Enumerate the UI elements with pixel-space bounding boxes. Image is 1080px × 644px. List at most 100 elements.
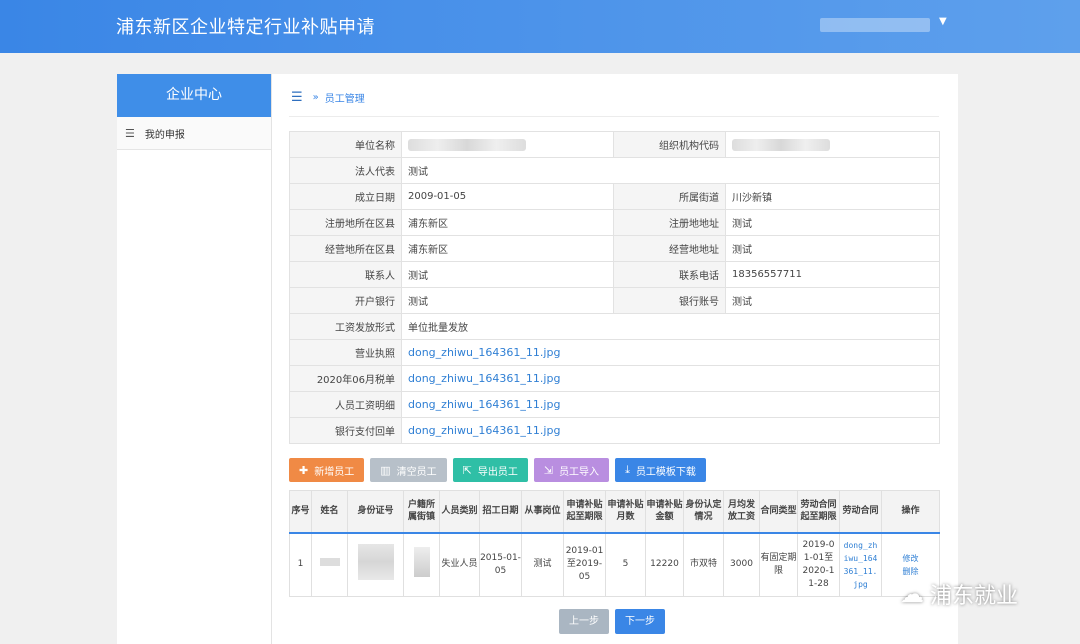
export-employees-button[interactable]: ⇱ 导出员工 bbox=[452, 458, 528, 482]
button-label: 员工模板下载 bbox=[635, 466, 696, 478]
user-dropdown-icon[interactable]: ▼ bbox=[939, 16, 947, 27]
col-header: 序号 bbox=[289, 490, 312, 534]
file-cell: dong_zhiwu_164361_11.jpg bbox=[401, 417, 940, 444]
org-code-value bbox=[725, 131, 940, 158]
business-license-link[interactable]: dong_zhiwu_164361_11.jpg bbox=[408, 346, 560, 359]
wage-detail-link[interactable]: dong_zhiwu_164361_11.jpg bbox=[408, 398, 560, 411]
sidebar-item-label: 我的申报 bbox=[144, 129, 185, 141]
info-value: 测试 bbox=[725, 235, 940, 262]
info-label: 联系人 bbox=[289, 261, 402, 288]
col-header: 月均发放工资 bbox=[723, 490, 760, 534]
step-pager: 上一步 下一步 bbox=[559, 609, 665, 634]
info-label: 2020年06月税单 bbox=[289, 365, 402, 392]
blurred-name bbox=[319, 558, 340, 567]
breadcrumb: ☰ » 员工管理 bbox=[291, 90, 365, 105]
edit-link[interactable]: 修改 bbox=[882, 552, 939, 565]
company-name-value bbox=[401, 131, 614, 158]
info-label: 所属街道 bbox=[613, 183, 726, 210]
sidebar: 企业中心 ☰ 我的申报 bbox=[117, 74, 272, 644]
info-row: 银行支付回单 dong_zhiwu_164361_11.jpg bbox=[289, 417, 940, 444]
cell-subsidy-period: 2019-01至2019-05 bbox=[563, 532, 606, 597]
info-row: 注册地所在区县 浦东新区 注册地地址 测试 bbox=[289, 209, 940, 236]
info-label: 银行支付回单 bbox=[289, 417, 402, 444]
info-row: 2020年06月税单 dong_zhiwu_164361_11.jpg bbox=[289, 365, 940, 392]
info-label: 经营地所在区县 bbox=[289, 235, 402, 262]
top-header: 浦东新区企业特定行业补贴申请 ▼ bbox=[0, 0, 1080, 53]
info-label: 人员工资明细 bbox=[289, 391, 402, 418]
info-row: 单位名称 组织机构代码 bbox=[289, 131, 940, 158]
cell-post: 测试 bbox=[521, 532, 564, 597]
button-label: 导出员工 bbox=[477, 466, 518, 478]
download-icon: ⤓ bbox=[625, 463, 630, 476]
info-label: 注册地地址 bbox=[613, 209, 726, 236]
info-value: 测试 bbox=[401, 261, 614, 288]
delete-link[interactable]: 删除 bbox=[882, 565, 939, 578]
info-value: 测试 bbox=[725, 209, 940, 236]
info-row: 开户银行 测试 银行账号 测试 bbox=[289, 287, 940, 314]
file-cell: dong_zhiwu_164361_11.jpg bbox=[401, 339, 940, 366]
bank-receipt-link[interactable]: dong_zhiwu_164361_11.jpg bbox=[408, 424, 560, 437]
cell-contract-period: 2019-01-01至2020-11-28 bbox=[797, 532, 840, 597]
cell-category: 失业人员 bbox=[439, 532, 480, 597]
clear-employees-button[interactable]: ▥ 清空员工 bbox=[370, 458, 447, 482]
col-header: 姓名 bbox=[311, 490, 348, 534]
info-value: 18356557711 bbox=[725, 261, 940, 288]
info-value: 测试 bbox=[401, 287, 614, 314]
info-value: 单位批量发放 bbox=[401, 313, 940, 340]
export-icon: ⇱ bbox=[462, 463, 472, 477]
import-employees-button[interactable]: ⇲ 员工导入 bbox=[533, 458, 610, 482]
button-label: 新增员工 bbox=[314, 466, 355, 478]
cell-months: 5 bbox=[605, 532, 646, 597]
info-row: 经营地所在区县 浦东新区 经营地地址 测试 bbox=[289, 235, 940, 262]
tax-bill-link[interactable]: dong_zhiwu_164361_11.jpg bbox=[408, 372, 560, 385]
info-label: 单位名称 bbox=[289, 131, 402, 158]
info-row: 成立日期 2009-01-05 所属街道 川沙新镇 bbox=[289, 183, 940, 210]
menu-list-icon[interactable]: ☰ bbox=[291, 90, 303, 105]
cell-id bbox=[347, 532, 404, 597]
blurred-org-code bbox=[732, 138, 830, 151]
info-value: 测试 bbox=[401, 157, 940, 184]
table-header-row: 序号 姓名 身份证号 户籍所属街镇 人员类别 招工日期 从事岗位 申请补贴起至期… bbox=[289, 490, 940, 534]
col-header: 招工日期 bbox=[479, 490, 522, 534]
button-label: 员工导入 bbox=[559, 466, 600, 478]
breadcrumb-current[interactable]: 员工管理 bbox=[325, 90, 365, 105]
col-header: 操作 bbox=[881, 490, 940, 534]
sidebar-item-my-applications[interactable]: ☰ 我的申报 bbox=[117, 117, 271, 150]
cell-name bbox=[311, 532, 348, 597]
app-title: 浦东新区企业特定行业补贴申请 bbox=[116, 17, 375, 38]
info-value: 测试 bbox=[725, 287, 940, 314]
info-value: 浦东新区 bbox=[401, 235, 614, 262]
blurred-company-name bbox=[408, 138, 526, 151]
contract-file-link[interactable]: dong_zhiwu_164361_11.jpg bbox=[839, 532, 882, 597]
cell-identity: 市双特 bbox=[683, 532, 724, 597]
cell-hukou bbox=[403, 532, 440, 597]
blurred-hukou bbox=[413, 547, 430, 578]
download-template-button[interactable]: ⤓ 员工模板下载 bbox=[615, 458, 706, 482]
plus-icon: ✚ bbox=[299, 463, 309, 477]
info-label: 银行账号 bbox=[613, 287, 726, 314]
info-label: 开户银行 bbox=[289, 287, 402, 314]
col-header: 申请补贴月数 bbox=[605, 490, 646, 534]
wechat-icon: ☁ bbox=[900, 580, 924, 608]
info-value: 浦东新区 bbox=[401, 209, 614, 236]
cell-contract-type: 有固定期限 bbox=[759, 532, 798, 597]
button-label: 清空员工 bbox=[396, 466, 437, 478]
col-header: 身份认定情况 bbox=[683, 490, 724, 534]
main-content: ☰ » 员工管理 单位名称 组织机构代码 法人代表 测试 成立日期 2009-0… bbox=[272, 74, 958, 644]
info-label: 成立日期 bbox=[289, 183, 402, 210]
prev-step-button[interactable]: 上一步 bbox=[559, 609, 609, 634]
col-header: 从事岗位 bbox=[521, 490, 564, 534]
info-label: 营业执照 bbox=[289, 339, 402, 366]
info-label: 工资发放形式 bbox=[289, 313, 402, 340]
info-row: 工资发放形式 单位批量发放 bbox=[289, 313, 940, 340]
file-cell: dong_zhiwu_164361_11.jpg bbox=[401, 391, 940, 418]
col-header: 身份证号 bbox=[347, 490, 404, 534]
info-value: 川沙新镇 bbox=[725, 183, 940, 210]
info-label: 注册地所在区县 bbox=[289, 209, 402, 236]
add-employee-button[interactable]: ✚ 新增员工 bbox=[289, 458, 365, 482]
col-header: 申请补贴金额 bbox=[645, 490, 684, 534]
info-label: 经营地地址 bbox=[613, 235, 726, 262]
user-name-blurred[interactable] bbox=[820, 18, 930, 32]
next-step-button[interactable]: 下一步 bbox=[615, 609, 665, 634]
info-row: 营业执照 dong_zhiwu_164361_11.jpg bbox=[289, 339, 940, 366]
